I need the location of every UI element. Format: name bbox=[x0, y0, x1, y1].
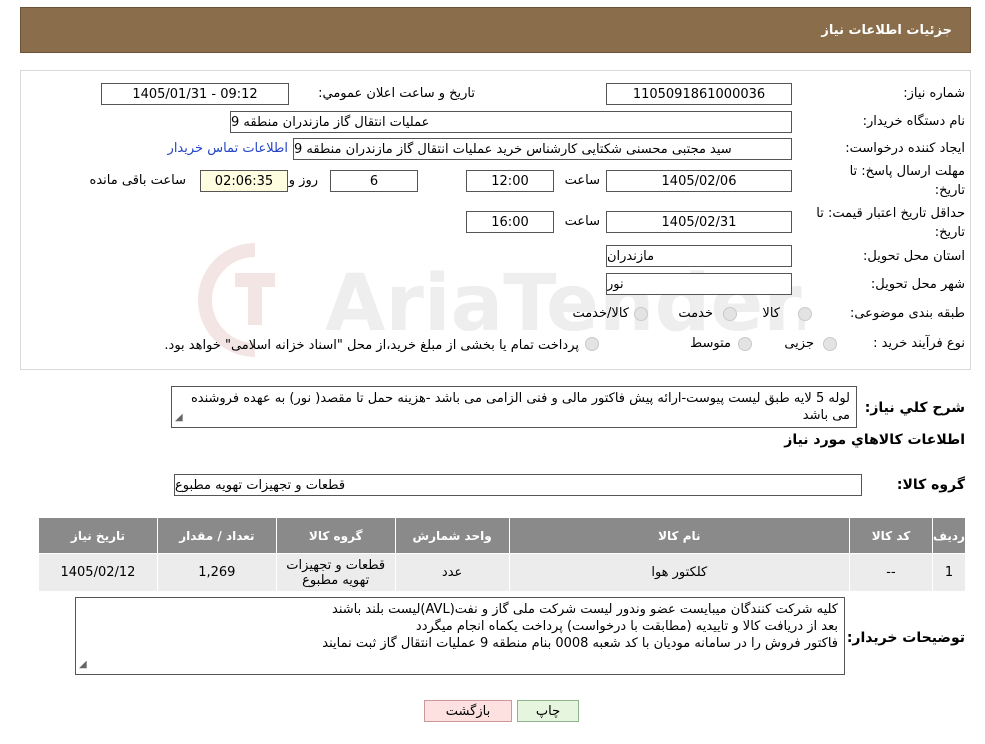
creator-label: ایجاد کننده درخواست: bbox=[845, 141, 965, 156]
resize-handle-icon[interactable]: ◢ bbox=[79, 656, 87, 673]
deadline-label: مهلت ارسال پاسخ: تا bbox=[849, 164, 965, 179]
col-need-date: تاریخ نیاز bbox=[38, 517, 158, 554]
buyer-org-label: نام دستگاه خریدار: bbox=[862, 114, 965, 129]
print-button[interactable]: چاپ bbox=[517, 700, 579, 722]
buyer-notes-label: توضیحات خریدار: bbox=[846, 630, 965, 646]
days-label: روز و bbox=[288, 173, 318, 188]
category-option-goods-service: کالا/خدمت bbox=[572, 306, 629, 321]
buyer-notes-textarea[interactable]: کلیه شرکت کنندگان میبایست عضو وندور لیست… bbox=[75, 597, 845, 675]
col-goods-name: نام کالا bbox=[508, 517, 851, 554]
buyer-notes-line: بعد از دریافت کالا و تاییدیه (مطابقت با … bbox=[415, 619, 838, 634]
col-quantity: تعداد / مقدار bbox=[156, 517, 277, 554]
description-textarea[interactable]: لوله 5 لایه طبق لیست پیوست-ارائه پیش فاک… bbox=[171, 386, 857, 428]
process-radio-small[interactable] bbox=[823, 337, 837, 351]
remaining-time-field: 02:06:35 bbox=[200, 170, 288, 192]
need-number-label: شماره نیاز: bbox=[903, 86, 965, 101]
category-option-goods: کالا bbox=[762, 306, 780, 321]
announce-label: تاریخ و ساعت اعلان عمومي: bbox=[318, 86, 475, 101]
description-text: لوله 5 لایه طبق لیست پیوست-ارائه پیش فاک… bbox=[190, 391, 850, 423]
table-header-row: تاریخ نیاز تعداد / مقدار گروه کالا واحد … bbox=[38, 517, 967, 554]
cell-goods-group: قطعات و تجهیزات تهویه مطبوع bbox=[275, 553, 396, 592]
goods-table: تاریخ نیاز تعداد / مقدار گروه کالا واحد … bbox=[38, 517, 967, 592]
process-radio-treasury[interactable] bbox=[585, 337, 599, 351]
goods-group-label: گروه کالا: bbox=[896, 477, 965, 493]
deadline-date-field: 1405/02/06 bbox=[606, 170, 792, 192]
province-label: استان محل تحویل: bbox=[863, 249, 965, 264]
deadline-time-label: ساعت bbox=[564, 173, 600, 188]
buyer-notes-line: کلیه شرکت کنندگان میبایست عضو وندور لیست… bbox=[332, 602, 838, 617]
validity-time-label: ساعت bbox=[564, 214, 600, 229]
col-row: ردیف bbox=[931, 517, 967, 554]
table-row: 1405/02/12 1,269 قطعات و تجهیزات تهویه م… bbox=[38, 553, 967, 592]
resize-handle-icon[interactable]: ◢ bbox=[175, 409, 183, 426]
province-field: مازندران bbox=[606, 245, 792, 267]
process-option-small: جزیی bbox=[784, 336, 814, 351]
page-header: جزئیات اطلاعات نیاز bbox=[20, 7, 971, 53]
deadline-label-date: تاریخ: bbox=[934, 183, 965, 198]
cell-goods-code: -- bbox=[849, 553, 933, 592]
city-label: شهر محل تحویل: bbox=[870, 277, 965, 292]
col-goods-code: کد کالا bbox=[849, 517, 933, 554]
description-label: شرح کلي نياز: bbox=[864, 400, 965, 416]
days-field: 6 bbox=[330, 170, 418, 192]
announce-field: 1405/01/31 - 09:12 bbox=[101, 83, 289, 105]
goods-group-field: قطعات و تجهیزات تهویه مطبوع bbox=[174, 474, 862, 496]
buyer-org-field: عملیات انتقال گاز مازندران منطقه 9 bbox=[230, 111, 792, 133]
cell-unit: عدد bbox=[394, 553, 510, 592]
page-title: جزئیات اطلاعات نیاز bbox=[821, 22, 952, 38]
cell-need-date: 1405/02/12 bbox=[38, 553, 158, 592]
cell-row: 1 bbox=[931, 553, 967, 592]
category-label: طبقه بندی موضوعی: bbox=[849, 306, 965, 321]
category-radio-goods[interactable] bbox=[798, 307, 812, 321]
buyer-notes-line: فاکتور فروش را در سامانه مودیان با کد شع… bbox=[322, 636, 838, 651]
validity-date-field: 1405/02/31 bbox=[606, 211, 792, 233]
back-button[interactable]: بازگشت bbox=[424, 700, 512, 722]
deadline-time-field: 12:00 bbox=[466, 170, 554, 192]
remaining-time-label: ساعت باقی مانده bbox=[89, 173, 186, 188]
process-option-medium: متوسط bbox=[690, 336, 731, 351]
contact-buyer-link[interactable]: اطلاعات تماس خریدار bbox=[168, 141, 288, 156]
col-goods-group: گروه کالا bbox=[275, 517, 396, 554]
validity-label: حداقل تاریخ اعتبار قیمت: تا bbox=[816, 206, 965, 221]
validity-label-date: تاریخ: bbox=[934, 225, 965, 240]
cell-goods-name: کلکتور هوا bbox=[508, 553, 851, 592]
need-number-field: 1105091861000036 bbox=[606, 83, 792, 105]
city-field: نور bbox=[606, 273, 792, 295]
category-radio-goods-service[interactable] bbox=[634, 307, 648, 321]
validity-time-field: 16:00 bbox=[466, 211, 554, 233]
category-radio-service[interactable] bbox=[723, 307, 737, 321]
goods-section-title: اطلاعات کالاهاي مورد نياز bbox=[784, 432, 965, 448]
process-radio-medium[interactable] bbox=[738, 337, 752, 351]
cell-quantity: 1,269 bbox=[156, 553, 277, 592]
process-note: پرداخت تمام یا بخشی از مبلغ خرید،از محل … bbox=[164, 338, 579, 353]
creator-field: سید مجتبی محسنی شکتایی کارشناس خرید عملی… bbox=[293, 138, 792, 160]
category-option-service: خدمت bbox=[678, 306, 713, 321]
process-label: نوع فرآیند خرید : bbox=[873, 336, 965, 351]
col-unit: واحد شمارش bbox=[394, 517, 510, 554]
